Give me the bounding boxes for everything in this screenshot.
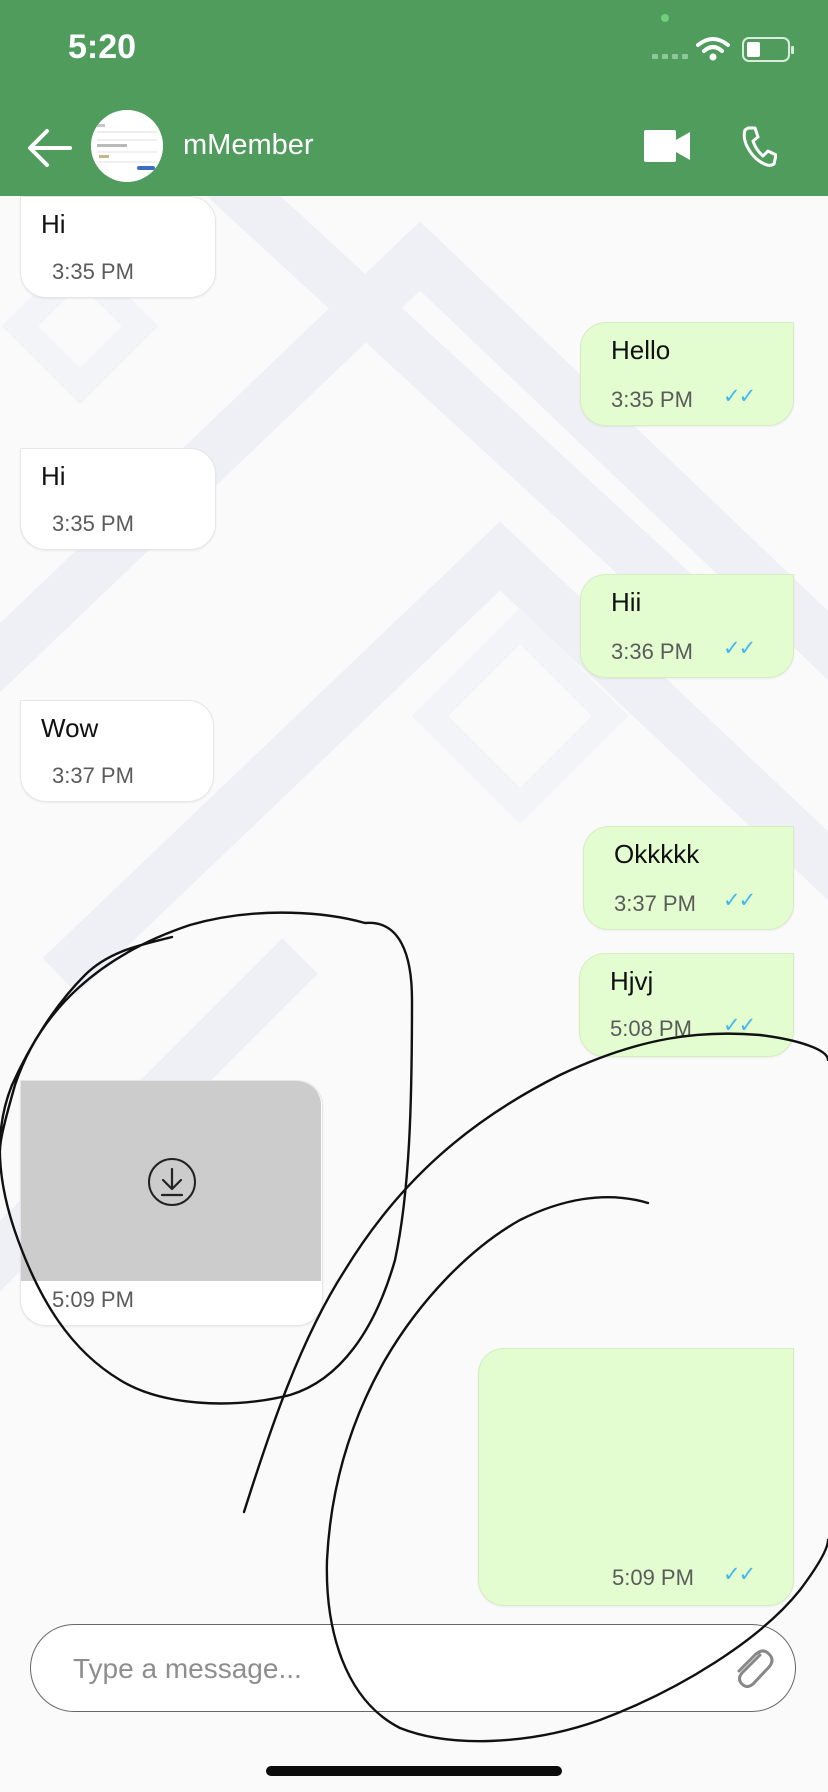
contact-avatar[interactable] (91, 110, 163, 182)
back-arrow-icon[interactable] (26, 125, 74, 171)
media-message-incoming[interactable]: 5:09 PM (20, 1080, 323, 1326)
download-icon[interactable] (147, 1157, 197, 1207)
message-text: Hii (611, 587, 642, 617)
wifi-icon (696, 37, 730, 61)
message-text: Hi (41, 209, 66, 239)
read-receipt-ticks-icon: ✓✓ (723, 1014, 756, 1037)
phone-call-icon[interactable] (741, 125, 777, 167)
attachment-paperclip-icon[interactable] (727, 1643, 777, 1693)
message-text: Hello (611, 335, 671, 365)
message-time: 3:35 PM (52, 511, 134, 536)
message-bubble-incoming[interactable]: Hi 3:35 PM (20, 196, 216, 298)
cellular-signal-icon (652, 54, 688, 59)
read-receipt-ticks-icon: ✓✓ (723, 637, 756, 660)
message-bubble-outgoing[interactable]: Okkkkk 3:37 PM ✓✓ (583, 826, 794, 930)
message-bubble-outgoing[interactable]: Hii 3:36 PM ✓✓ (580, 574, 794, 678)
video-call-icon[interactable] (642, 128, 692, 164)
read-receipt-ticks-icon: ✓✓ (723, 1563, 756, 1586)
home-indicator (266, 1766, 562, 1776)
message-text: Okkkkk (614, 839, 700, 869)
status-bar: 5:20 (0, 0, 828, 100)
message-input[interactable] (71, 1645, 695, 1693)
camera-indicator-dot (661, 14, 669, 22)
read-receipt-ticks-icon: ✓✓ (723, 385, 756, 408)
message-bubble-incoming[interactable]: Wow 3:37 PM (20, 700, 214, 802)
message-bubble-outgoing[interactable]: Hjvj 5:08 PM ✓✓ (579, 953, 794, 1057)
message-time: 3:37 PM (614, 891, 696, 916)
contact-name[interactable]: mMember (183, 129, 314, 162)
message-bubble-incoming[interactable]: Hi 3:35 PM (20, 448, 216, 550)
battery-icon (742, 37, 794, 62)
media-message-outgoing[interactable]: 5:09 PM ✓✓ (478, 1348, 794, 1606)
message-text: Hi (41, 461, 66, 491)
message-composer (30, 1624, 796, 1712)
status-time: 5:20 (68, 28, 137, 66)
message-text: Wow (41, 713, 99, 743)
media-placeholder (21, 1081, 321, 1281)
message-time: 5:09 PM (52, 1287, 134, 1312)
message-time: 3:35 PM (611, 387, 693, 412)
message-text: Hjvj (610, 966, 654, 996)
message-time: 5:09 PM (612, 1565, 694, 1590)
message-time: 3:37 PM (52, 763, 134, 788)
message-bubble-outgoing[interactable]: Hello 3:35 PM ✓✓ (580, 322, 794, 426)
message-time: 3:35 PM (52, 259, 134, 284)
avatar-thumbnail (91, 110, 163, 182)
chat-header: mMember (0, 100, 828, 196)
message-time: 5:08 PM (610, 1016, 692, 1041)
read-receipt-ticks-icon: ✓✓ (723, 889, 756, 912)
message-time: 3:36 PM (611, 639, 693, 664)
